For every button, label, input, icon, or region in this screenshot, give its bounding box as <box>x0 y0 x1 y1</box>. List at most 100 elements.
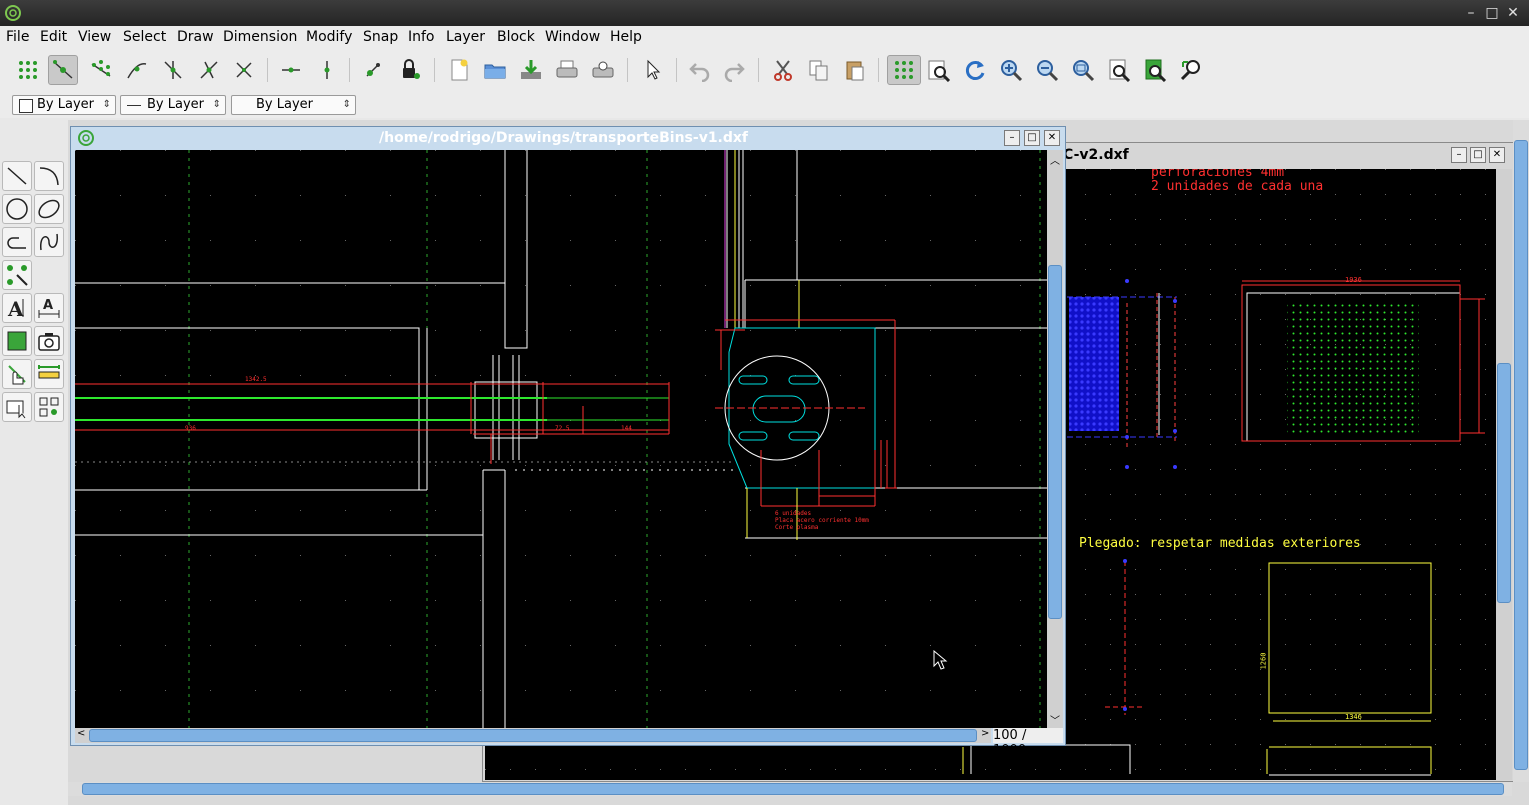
open-file-button[interactable] <box>480 55 510 85</box>
front-drawing-canvas[interactable]: 1342.5 936 72.5 144 6 unidades Placa ace… <box>75 150 1047 728</box>
front-minimize-button[interactable]: – <box>1004 130 1020 146</box>
redo-button[interactable] <box>719 55 749 85</box>
tool-text[interactable]: A <box>2 293 32 323</box>
menu-snap[interactable]: Snap <box>363 28 398 46</box>
menu-view[interactable]: View <box>78 28 111 46</box>
line-icon <box>7 167 27 185</box>
tool-polyline[interactable] <box>2 227 32 257</box>
snap-endpoint-button[interactable] <box>122 55 152 85</box>
paste-button[interactable] <box>840 55 870 85</box>
tool-select[interactable] <box>2 392 32 422</box>
front-vertical-scrollbar[interactable]: ︿ ﹀ <box>1047 150 1063 728</box>
tool-spline[interactable] <box>34 227 64 257</box>
zoom-previous-button[interactable] <box>1104 55 1134 85</box>
combo-arrow-icon: ⇕ <box>212 99 221 110</box>
spline-icon <box>40 233 58 251</box>
zoom-pan-button[interactable] <box>1176 55 1206 85</box>
mdi-vertical-scrollbar[interactable] <box>1513 120 1529 782</box>
snap-middle-button[interactable] <box>194 55 224 85</box>
snap-grid-icon <box>91 60 111 77</box>
front-hscroll-thumb[interactable] <box>89 729 977 742</box>
tool-dimension[interactable]: A <box>34 293 64 323</box>
app-minimize-button[interactable]: – <box>1462 4 1480 22</box>
scroll-down-icon[interactable]: ﹀ <box>1050 712 1060 727</box>
front-close-button[interactable]: ✕ <box>1044 130 1060 146</box>
tool-arc[interactable] <box>34 161 64 191</box>
cut-button[interactable] <box>768 55 798 85</box>
mdi-horizontal-scrollbar[interactable] <box>68 782 1512 796</box>
camera-icon <box>38 333 60 351</box>
app-maximize-button[interactable]: □ <box>1483 4 1501 22</box>
menu-modify[interactable]: Modify <box>306 28 352 46</box>
zoom-window-button[interactable] <box>924 55 954 85</box>
main-toolbar <box>0 48 1529 93</box>
back-minimize-button[interactable]: – <box>1451 147 1467 163</box>
front-horizontal-scrollbar[interactable]: < > <box>75 728 991 743</box>
scroll-left-icon[interactable]: < <box>77 728 85 739</box>
menu-file[interactable]: File <box>6 28 29 46</box>
menu-block[interactable]: Block <box>497 28 535 46</box>
zoom-out-icon <box>1037 60 1059 82</box>
scroll-up-icon[interactable]: ︿ <box>1050 152 1060 167</box>
new-file-button[interactable] <box>444 55 474 85</box>
menu-help[interactable]: Help <box>610 28 642 46</box>
zoom-in-button[interactable] <box>996 55 1026 85</box>
grid-button[interactable] <box>13 55 43 85</box>
svg-text:A: A <box>7 297 24 320</box>
app-close-button[interactable]: ✕ <box>1504 4 1522 22</box>
tool-circle[interactable] <box>2 194 32 224</box>
back-note-units: 2 unidades de cada una <box>1151 179 1324 194</box>
menu-dimension[interactable]: Dimension <box>223 28 297 46</box>
grid-toggle-button[interactable] <box>887 55 921 85</box>
block-icon <box>39 397 59 417</box>
linewidth-combo[interactable]: By Layer ⇕ <box>120 95 226 115</box>
linetype-combo[interactable]: By Layer ⇕ <box>231 95 356 115</box>
menu-info[interactable]: Info <box>408 28 435 46</box>
tool-point[interactable] <box>2 260 32 290</box>
restrict-horizontal-button[interactable] <box>276 55 306 85</box>
print-icon <box>556 60 578 78</box>
color-combo[interactable]: By Layer ⇕ <box>12 95 116 115</box>
tool-ellipse[interactable] <box>34 194 64 224</box>
front-maximize-button[interactable]: □ <box>1024 130 1040 146</box>
snap-grid-button[interactable] <box>86 55 116 85</box>
front-drawing-window[interactable]: /home/rodrigo/Drawings/transporteBins-v1… <box>70 126 1066 758</box>
back-vertical-scrollbar[interactable] <box>1496 169 1512 780</box>
back-close-button[interactable]: ✕ <box>1489 147 1505 163</box>
back-scroll-thumb[interactable] <box>1497 363 1511 603</box>
tool-modify[interactable] <box>2 359 32 389</box>
tool-block[interactable] <box>34 392 64 422</box>
zoom-out-button[interactable] <box>1032 55 1062 85</box>
print-preview-button[interactable] <box>588 55 618 85</box>
snap-free-button[interactable] <box>48 55 78 85</box>
mdi-vscroll-thumb[interactable] <box>1514 140 1528 770</box>
tool-hatch[interactable] <box>2 326 32 356</box>
menu-draw[interactable]: Draw <box>177 28 214 46</box>
back-maximize-button[interactable]: □ <box>1470 147 1486 163</box>
snap-endpoint-icon <box>127 63 147 79</box>
copy-button[interactable] <box>804 55 834 85</box>
tool-line[interactable] <box>2 161 32 191</box>
save-file-button[interactable] <box>516 55 546 85</box>
relative-zero-button[interactable] <box>358 55 388 85</box>
menu-window[interactable]: Window <box>545 28 600 46</box>
zoom-auto-button[interactable] <box>1068 55 1098 85</box>
menu-edit[interactable]: Edit <box>40 28 67 46</box>
snap-center-button[interactable] <box>158 55 188 85</box>
scroll-right-icon[interactable]: > <box>981 728 989 739</box>
mdi-hscroll-thumb[interactable] <box>82 783 1504 795</box>
select-pointer-button[interactable] <box>637 55 667 85</box>
lock-relative-zero-button[interactable] <box>395 55 425 85</box>
print-button[interactable] <box>552 55 582 85</box>
front-vscroll-thumb[interactable] <box>1048 265 1062 619</box>
redraw-button[interactable] <box>960 55 990 85</box>
zoom-select-button[interactable] <box>1140 55 1170 85</box>
snap-intersection-button[interactable] <box>229 55 259 85</box>
tool-measure[interactable] <box>34 359 64 389</box>
menu-layer[interactable]: Layer <box>446 28 485 46</box>
undo-button[interactable] <box>685 55 715 85</box>
tool-image[interactable] <box>34 326 64 356</box>
menu-select[interactable]: Select <box>123 28 166 46</box>
restrict-vertical-button[interactable] <box>312 55 342 85</box>
svg-text:A: A <box>43 298 53 313</box>
